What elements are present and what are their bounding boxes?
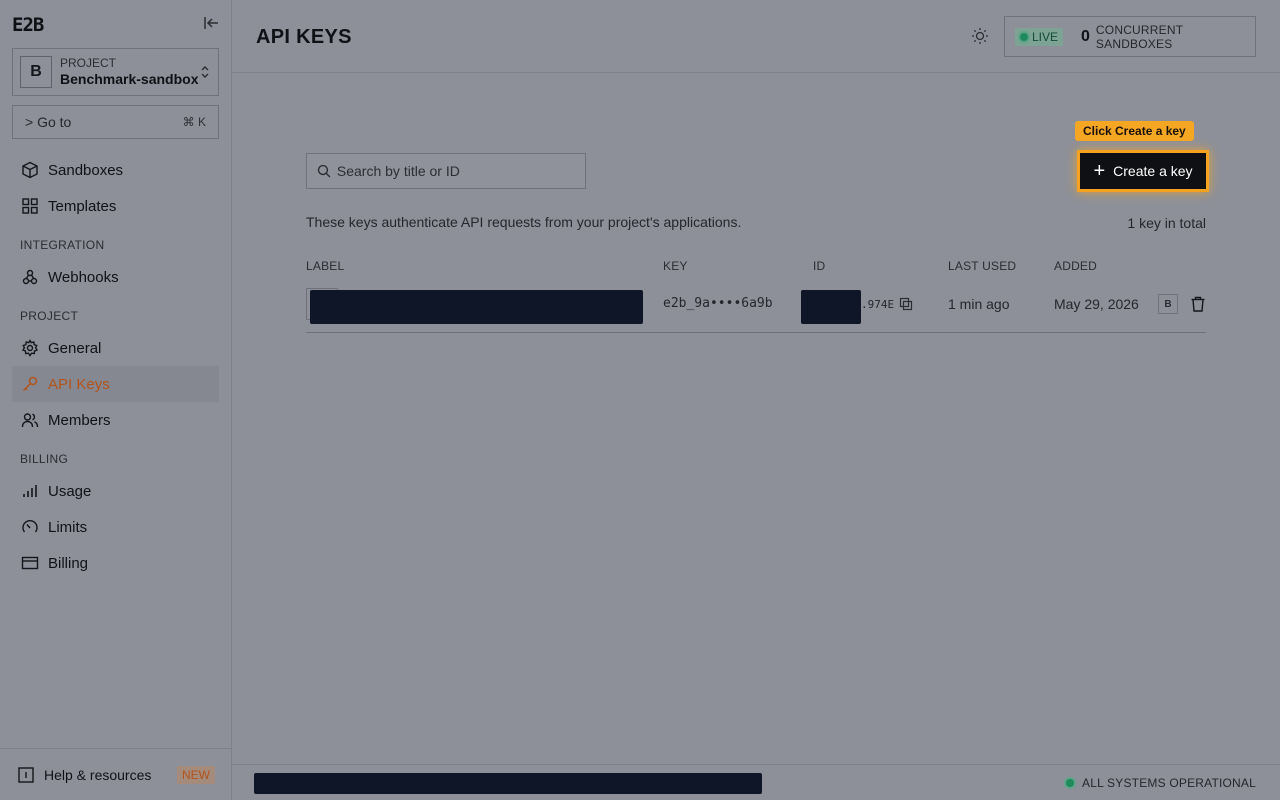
card-icon (20, 553, 40, 573)
sidebar-item-label: Billing (48, 554, 89, 572)
live-label: LIVE (1032, 29, 1059, 44)
column-header-label: LABEL (306, 259, 345, 273)
chevron-up-down-icon (201, 66, 209, 78)
sidebar-item-templates[interactable]: Templates (12, 188, 219, 224)
copy-icon[interactable] (899, 297, 913, 311)
bar-chart-icon (20, 481, 40, 501)
status-dot-icon (1066, 779, 1075, 787)
sidebar-item-label: Sandboxes (48, 161, 124, 179)
creator-avatar: B (1158, 294, 1178, 314)
search-field[interactable] (306, 153, 586, 189)
system-status[interactable]: ALL SYSTEMS OPERATIONAL (1066, 776, 1256, 790)
gauge-icon (20, 517, 40, 537)
cube-icon (20, 160, 40, 180)
section-billing: BILLING (20, 452, 69, 466)
live-dot-icon (1020, 32, 1028, 41)
page-title: API KEYS (256, 26, 352, 48)
gear-icon (20, 338, 40, 358)
sidebar-item-label: API Keys (48, 375, 110, 393)
keys-description: These keys authenticate API requests fro… (306, 214, 742, 230)
sidebar-item-sandboxes[interactable]: Sandboxes (12, 152, 219, 188)
sidebar-item-label: Limits (48, 518, 88, 536)
key-mask: e2b_9a••••6a9b (663, 296, 773, 311)
redacted-footer-bar (254, 773, 762, 794)
help-resources-button[interactable]: Help & resources NEW (0, 748, 231, 800)
column-header-last-used: LAST USED (948, 259, 1017, 273)
concurrent-sandboxes-panel: LIVE 0 CONCURRENT SANDBOXES (1004, 16, 1256, 57)
concurrent-count: 0 (1081, 27, 1090, 45)
project-text: PROJECT Benchmark-sandbox (60, 56, 199, 88)
sun-icon[interactable] (970, 26, 990, 46)
section-integration: INTEGRATION (20, 238, 105, 252)
new-badge: NEW (177, 765, 215, 784)
key-last-used: 1 min ago (948, 296, 1010, 312)
plus-icon: + (1093, 160, 1106, 182)
sidebar-item-api-keys[interactable]: API Keys (12, 366, 219, 402)
sidebar-item-label: Members (48, 411, 111, 429)
webhook-icon (20, 267, 40, 287)
column-header-id: ID (813, 259, 826, 273)
sidebar-item-members[interactable]: Members (12, 402, 219, 438)
key-icon (20, 374, 40, 394)
redacted-id (801, 290, 861, 324)
column-header-added: ADDED (1054, 259, 1098, 273)
sidebar-item-label: Usage (48, 482, 92, 500)
sidebar: E2B B PROJECT Benchmark-sandbox > Go to … (0, 0, 232, 800)
sidebar-item-limits[interactable]: Limits (12, 509, 219, 545)
sidebar-item-label: General (48, 339, 102, 357)
help-label: Help & resources (44, 766, 152, 783)
collapse-sidebar-icon[interactable] (202, 14, 220, 32)
sidebar-item-webhooks[interactable]: Webhooks (12, 259, 219, 295)
project-selector[interactable]: B PROJECT Benchmark-sandbox (12, 48, 219, 96)
goto-label: > Go to (25, 114, 72, 130)
key-id-suffix: .974E (861, 298, 895, 311)
grid-icon (20, 196, 40, 216)
live-badge: LIVE (1015, 27, 1064, 46)
create-key-tooltip: Click Create a key (1075, 121, 1194, 141)
row-divider (306, 332, 1206, 333)
keys-total: 1 key in total (1127, 215, 1206, 231)
column-header-key: KEY (663, 259, 688, 273)
sidebar-item-label: Webhooks (48, 268, 119, 286)
section-project: PROJECT (20, 309, 79, 323)
trash-icon[interactable] (1189, 295, 1207, 313)
sidebar-item-label: Templates (48, 197, 117, 215)
search-icon (317, 164, 331, 178)
create-key-label: Create a key (1113, 163, 1193, 179)
project-caption: PROJECT (60, 56, 117, 70)
help-panel-icon (18, 766, 34, 783)
key-added-date: May 29, 2026 (1054, 296, 1139, 312)
create-key-button[interactable]: + Create a key (1077, 150, 1209, 192)
users-icon (20, 410, 40, 430)
redacted-label (310, 290, 643, 324)
status-label: ALL SYSTEMS OPERATIONAL (1082, 776, 1256, 790)
page-footer: ALL SYSTEMS OPERATIONAL (232, 764, 1280, 800)
project-name: Benchmark-sandbox (60, 71, 199, 87)
sidebar-item-general[interactable]: General (12, 330, 219, 366)
e2b-logo: E2B (12, 14, 44, 36)
sidebar-item-billing[interactable]: Billing (12, 545, 219, 581)
page-header: API KEYS LIVE 0 CONCURRENT SANDBOXES (232, 0, 1280, 73)
goto-command-button[interactable]: > Go to ⌘ K (12, 105, 219, 139)
concurrent-label: CONCURRENT SANDBOXES (1095, 22, 1184, 51)
sidebar-item-usage[interactable]: Usage (12, 473, 219, 509)
project-avatar: B (20, 56, 52, 88)
search-input[interactable] (336, 163, 575, 179)
logo-row: E2B (12, 14, 220, 36)
goto-shortcut: ⌘ K (182, 115, 206, 129)
